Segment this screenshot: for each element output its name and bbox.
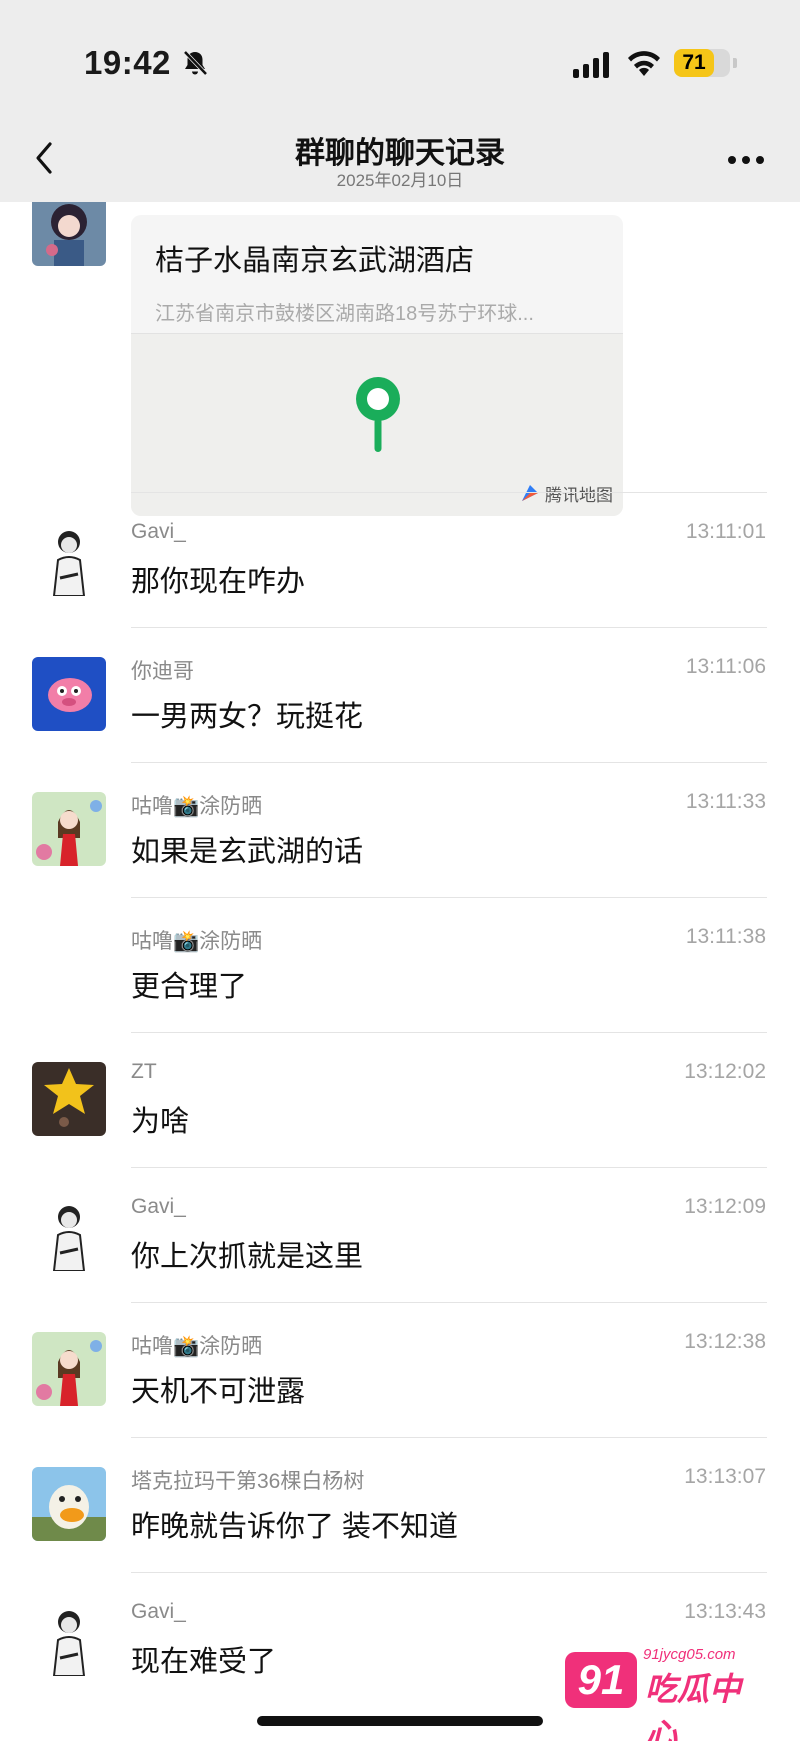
status-bar: 19:42 71 xyxy=(0,0,800,118)
message-text: 更合理了 xyxy=(131,971,248,1003)
chat-message[interactable]: 咕噜📸涂防晒 13:12:38 天机不可泄露 xyxy=(0,1302,800,1437)
avatar-zt[interactable] xyxy=(32,1062,106,1136)
message-text: 如果是玄武湖的话 xyxy=(131,836,364,868)
message-text: 你上次抓就是这里 xyxy=(131,1241,364,1273)
chat-message[interactable]: 塔克拉玛干第36棵白杨树 13:13:07 昨晚就告诉你了 装不知道 xyxy=(0,1437,800,1572)
sender-name: 咕噜📸涂防晒 xyxy=(131,1335,263,1358)
divider xyxy=(131,492,767,493)
sender-name: Gavi_ xyxy=(131,1195,186,1218)
avatar-star-icon xyxy=(32,1062,106,1136)
message-time: 13:11:38 xyxy=(685,925,766,948)
divider xyxy=(131,1572,767,1573)
battery-level: 71 xyxy=(682,51,706,74)
chat-message[interactable]: 咕噜📸涂防晒 13:11:33 如果是玄武湖的话 xyxy=(0,762,800,897)
chat-message[interactable]: 你迪哥 13:11:06 一男两女？玩挺花 xyxy=(0,627,800,762)
sender-name: 你迪哥 xyxy=(131,660,194,683)
avatar-pink-pig-icon xyxy=(32,657,106,731)
map-pin-icon xyxy=(356,377,400,452)
message-time: 13:11:01 xyxy=(685,520,766,543)
avatar-duck-icon xyxy=(32,1467,106,1541)
avatar-girl-red-dress-icon xyxy=(32,1332,106,1406)
avatar-gavi[interactable] xyxy=(32,522,106,596)
message-text: 一男两女？玩挺花 xyxy=(131,701,364,733)
avatar-didi[interactable] xyxy=(32,657,106,731)
message-text: 为啥 xyxy=(131,1106,190,1138)
message-time: 13:13:07 xyxy=(684,1465,766,1488)
chat-message[interactable]: 咕噜📸涂防晒 13:11:38 更合理了 xyxy=(0,897,800,1032)
message-text: 那你现在咋办 xyxy=(131,566,306,598)
avatar-gavi[interactable] xyxy=(32,1197,106,1271)
chat-message[interactable]: ZT 13:12:02 为啥 xyxy=(0,1032,800,1167)
message-time: 13:11:06 xyxy=(685,655,766,678)
sender-name: 塔克拉玛干第36棵白杨树 xyxy=(131,1470,365,1493)
divider xyxy=(131,897,767,898)
wifi-icon xyxy=(628,51,660,76)
sender-name: 咕噜📸涂防晒 xyxy=(131,930,263,953)
avatar-man-sketch-icon xyxy=(32,1602,106,1676)
page-date: 2025年02月10日 xyxy=(336,171,464,190)
message-time: 13:12:38 xyxy=(684,1330,766,1353)
more-dots-icon[interactable] xyxy=(726,154,766,166)
avatar-gulu[interactable] xyxy=(32,1332,106,1406)
divider xyxy=(131,1167,767,1168)
sender-name: Gavi_ xyxy=(131,520,186,543)
avatar-man-sketch-icon xyxy=(32,522,106,596)
watermark-badge: 91 xyxy=(565,1652,637,1708)
sender-name: 咕噜📸涂防晒 xyxy=(131,795,263,818)
avatar-gulu[interactable] xyxy=(32,792,106,866)
location-address: 江苏省南京市鼓楼区湖南路18号苏宁环球... xyxy=(155,303,534,325)
message-time: 13:12:02 xyxy=(684,1060,766,1083)
avatar-man-sketch-icon xyxy=(32,1197,106,1271)
divider xyxy=(131,1032,767,1033)
avatar-location-sender[interactable] xyxy=(32,202,106,266)
avatar-gavi[interactable] xyxy=(32,1602,106,1676)
divider xyxy=(131,1437,767,1438)
location-title: 桔子水晶南京玄武湖酒店 xyxy=(155,245,475,277)
battery-cap xyxy=(733,58,737,68)
battery-icon: 71 xyxy=(674,49,730,77)
home-indicator[interactable] xyxy=(257,1716,543,1726)
nav-bar: 群聊的聊天记录 2025年02月10日 xyxy=(0,118,800,202)
watermark-url: 91jycg05.com xyxy=(643,1646,736,1663)
chat-message[interactable]: Gavi_ 13:11:01 那你现在咋办 xyxy=(0,492,800,627)
avatar-girl-red-dress-icon xyxy=(32,792,106,866)
message-time: 13:12:09 xyxy=(684,1195,766,1218)
avatar-anime-girl-icon xyxy=(32,202,106,266)
divider xyxy=(131,627,767,628)
sender-name: Gavi_ xyxy=(131,1600,186,1623)
location-card[interactable]: 桔子水晶南京玄武湖酒店 江苏省南京市鼓楼区湖南路18号苏宁环球... 腾讯地图 xyxy=(131,215,623,516)
bell-slash-icon xyxy=(183,50,208,76)
sender-name: ZT xyxy=(131,1060,157,1083)
map-preview: 腾讯地图 xyxy=(131,333,623,516)
cellular-signal-icon xyxy=(573,52,609,78)
avatar-duck[interactable] xyxy=(32,1467,106,1541)
watermark: 91 91jycg05.com 吃瓜中心 xyxy=(565,1646,765,1741)
message-time: 13:13:43 xyxy=(684,1600,766,1623)
watermark-text: 吃瓜中心 xyxy=(645,1671,742,1741)
message-text: 现在难受了 xyxy=(131,1646,277,1678)
status-time: 19:42 xyxy=(84,44,171,81)
chat-message[interactable]: Gavi_ 13:12:09 你上次抓就是这里 xyxy=(0,1167,800,1302)
divider xyxy=(131,762,767,763)
message-text: 昨晚就告诉你了 装不知道 xyxy=(131,1511,459,1543)
message-time: 13:11:33 xyxy=(685,790,766,813)
message-text: 天机不可泄露 xyxy=(131,1376,306,1408)
divider xyxy=(131,1302,767,1303)
chat-history-list[interactable]: 桔子水晶南京玄武湖酒店 江苏省南京市鼓楼区湖南路18号苏宁环球... 腾讯地图 xyxy=(0,202,800,1741)
